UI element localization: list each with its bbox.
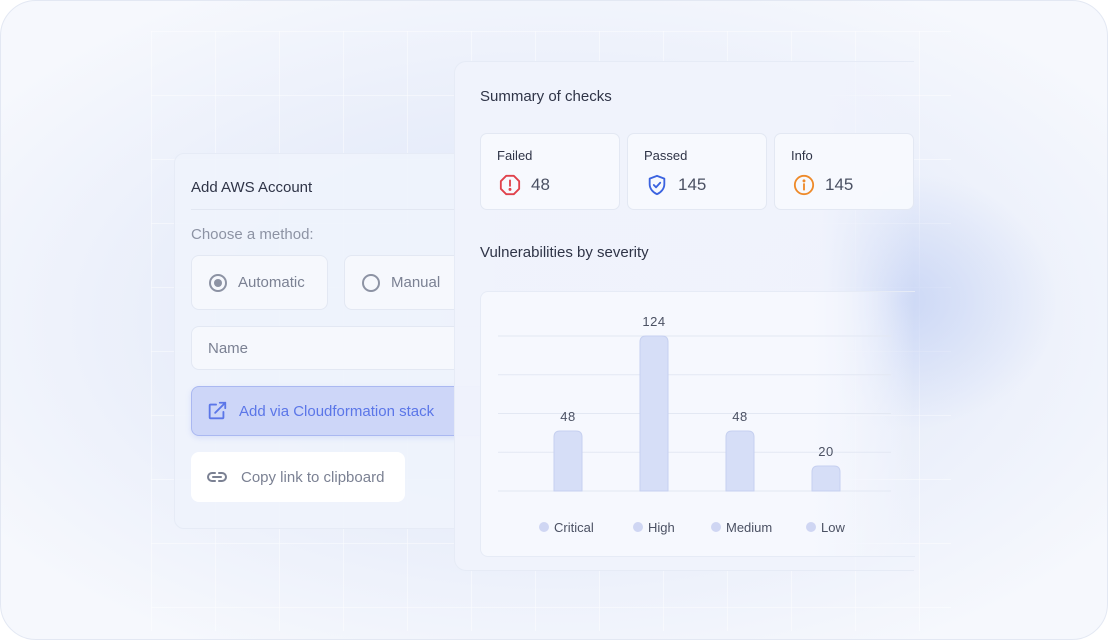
cloudformation-label: Add via Cloudformation stack — [239, 402, 435, 420]
alert-octagon-icon — [499, 174, 521, 196]
summary-of-checks-card: Summary of checks Failed 48 Passed 145 I… — [454, 61, 915, 571]
legend-label-low: Low — [821, 520, 845, 535]
bar-high — [639, 335, 669, 492]
summary-title: Summary of checks — [480, 88, 612, 105]
copy-link-button[interactable]: Copy link to clipboard — [191, 452, 405, 502]
radio-checked-icon[interactable] — [209, 273, 227, 292]
bar-value-label: 48 — [560, 409, 575, 424]
bar-value-label: 124 — [642, 314, 665, 329]
stat-value: 48 — [531, 175, 550, 194]
name-input[interactable] — [191, 326, 495, 370]
stat-passed: Passed 145 — [627, 133, 767, 210]
stat-failed: Failed 48 — [480, 133, 620, 210]
bar-low — [811, 465, 841, 492]
copy-link-label: Copy link to clipboard — [241, 468, 385, 486]
bar-value-label: 48 — [732, 409, 747, 424]
severity-chart-panel: 48 124 48 20 Critical High Medium Low — [480, 291, 915, 557]
shield-check-icon — [648, 174, 666, 196]
method-option-label: Manual — [391, 274, 441, 291]
add-aws-account-card: Add AWS Account Choose a method: Automat… — [174, 153, 495, 529]
method-option-label: Automatic — [238, 274, 305, 291]
bar-medium — [725, 430, 755, 492]
stat-label: Passed — [644, 148, 688, 163]
legend-label-high: High — [648, 520, 675, 535]
card-divider — [191, 209, 493, 210]
legend-dot-icon — [539, 522, 549, 532]
legend-label-medium: Medium — [726, 520, 772, 535]
link-icon — [207, 472, 227, 482]
add-via-cloudformation-button[interactable]: Add via Cloudformation stack — [191, 386, 495, 436]
illustration-frame: Add AWS Account Choose a method: Automat… — [0, 0, 1108, 640]
severity-bar-chart: 48 124 48 20 Critical High Medium Low — [498, 314, 891, 535]
radio-unchecked-icon[interactable] — [362, 273, 380, 292]
vulnerabilities-title: Vulnerabilities by severity — [480, 244, 649, 261]
stat-value: 145 — [678, 175, 707, 194]
stat-label: Failed — [497, 148, 533, 163]
stat-value: 145 — [825, 175, 854, 194]
legend-label-critical: Critical — [554, 520, 594, 535]
method-label: Choose a method: — [191, 226, 314, 243]
legend-dot-icon — [633, 522, 643, 532]
legend-dot-icon — [806, 522, 816, 532]
method-option-automatic[interactable]: Automatic — [191, 255, 328, 310]
legend-dot-icon — [711, 522, 721, 532]
stat-info: Info 145 — [774, 133, 914, 210]
external-link-icon — [208, 401, 227, 420]
info-circle-icon — [793, 174, 815, 196]
stat-label: Info — [791, 148, 813, 163]
bar-critical — [553, 430, 583, 492]
bar-value-label: 20 — [818, 444, 833, 459]
card-title: Add AWS Account — [191, 179, 313, 196]
